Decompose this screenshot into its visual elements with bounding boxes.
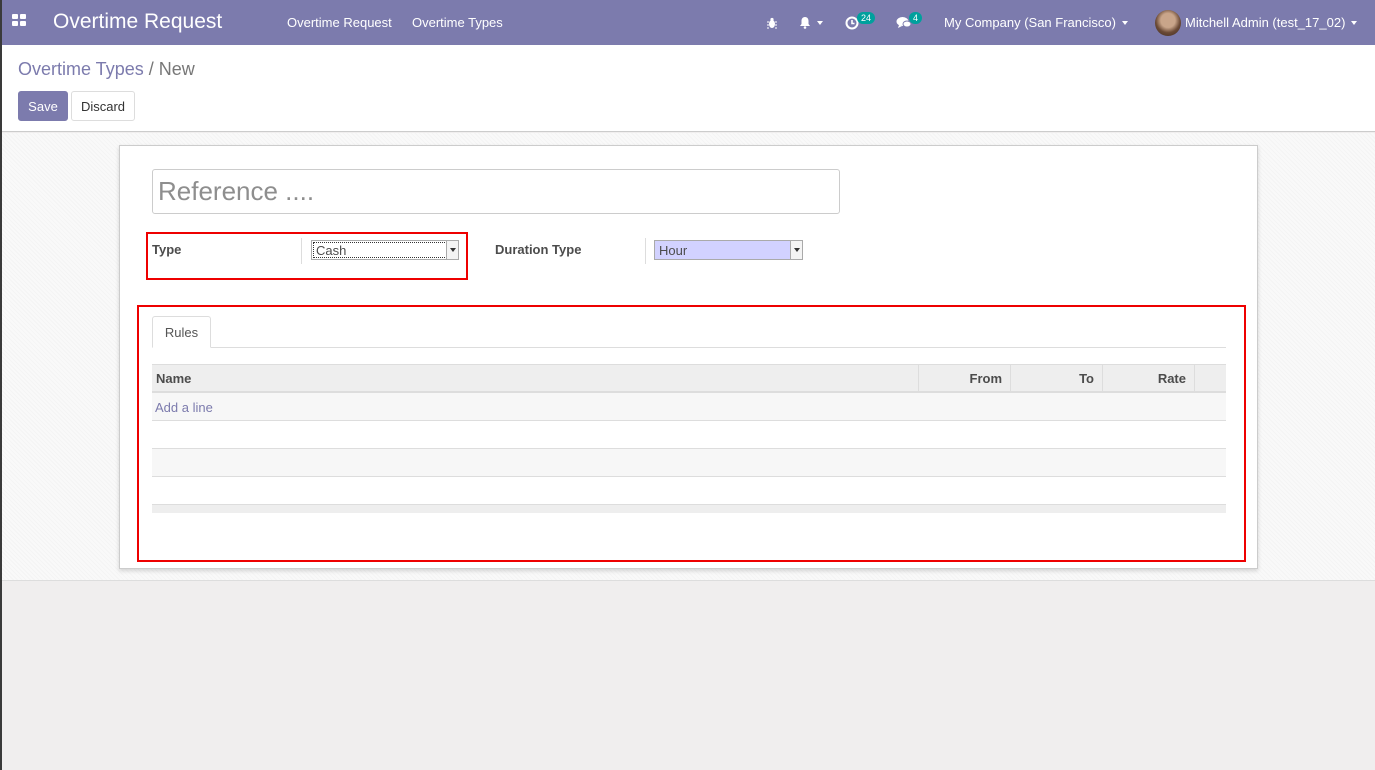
- duration-type-select[interactable]: Hour: [654, 240, 803, 260]
- save-button[interactable]: Save: [18, 91, 68, 121]
- column-from[interactable]: From: [918, 365, 1010, 392]
- table-header: Name From To Rate: [152, 364, 1226, 393]
- company-name: My Company (San Francisco): [944, 15, 1116, 30]
- messages-count-badge: 4: [909, 12, 923, 24]
- table-row: Add a line: [152, 393, 1226, 421]
- duration-type-label: Duration Type: [495, 242, 582, 257]
- user-menu[interactable]: Mitchell Admin (test_17_02): [1155, 0, 1358, 45]
- user-name: Mitchell Admin (test_17_02): [1185, 15, 1346, 30]
- bell-icon: [800, 17, 810, 29]
- column-to[interactable]: To: [1010, 365, 1102, 392]
- type-select[interactable]: Cash: [311, 240, 459, 260]
- dropdown-arrow-icon: [446, 241, 458, 259]
- debug-icon[interactable]: [766, 0, 778, 45]
- top-navbar: Overtime Request Overtime Request Overti…: [0, 0, 1375, 45]
- add-line-link[interactable]: Add a line: [155, 400, 213, 415]
- column-rate[interactable]: Rate: [1102, 365, 1194, 392]
- dropdown-arrow-icon: [790, 241, 802, 259]
- rules-table: Name From To Rate Add a line: [152, 364, 1226, 513]
- messages-button[interactable]: [896, 0, 912, 45]
- page-background: [0, 582, 1375, 770]
- column-actions: [1194, 365, 1226, 392]
- menu-overtime-types[interactable]: Overtime Types: [412, 15, 503, 30]
- table-row: [152, 477, 1226, 505]
- notifications-button[interactable]: [799, 0, 823, 45]
- table-row: [152, 449, 1226, 477]
- column-name[interactable]: Name: [152, 365, 918, 392]
- breadcrumb: Overtime Types / New: [18, 59, 195, 80]
- type-separator: [301, 238, 302, 264]
- menu-overtime-request[interactable]: Overtime Request: [287, 15, 392, 30]
- activity-count-badge: 24: [857, 12, 876, 24]
- duration-separator: [645, 238, 646, 264]
- breadcrumb-separator: /: [148, 59, 154, 79]
- caret-down-icon: [1121, 20, 1128, 25]
- breadcrumb-parent[interactable]: Overtime Types: [18, 59, 144, 79]
- type-value: Cash: [316, 242, 347, 258]
- table-footer: [152, 505, 1226, 513]
- control-panel: Overtime Types / New Save Discard: [0, 45, 1375, 132]
- apps-menu-icon[interactable]: [12, 14, 26, 27]
- window-edge: [0, 0, 2, 770]
- caret-down-icon: [817, 20, 823, 25]
- type-label: Type: [152, 242, 182, 257]
- tab-rules[interactable]: Rules: [152, 316, 211, 348]
- user-avatar: [1155, 9, 1181, 36]
- table-row: [152, 421, 1226, 449]
- caret-down-icon: [1351, 20, 1358, 25]
- reference-input[interactable]: [152, 169, 840, 214]
- app-title: Overtime Request: [53, 10, 223, 33]
- activity-button[interactable]: [845, 0, 859, 45]
- discard-button[interactable]: Discard: [71, 91, 135, 121]
- tabs-divider: [152, 347, 1226, 348]
- duration-type-value: Hour: [659, 242, 688, 258]
- breadcrumb-current: New: [158, 59, 195, 79]
- company-switcher[interactable]: My Company (San Francisco): [944, 0, 1128, 45]
